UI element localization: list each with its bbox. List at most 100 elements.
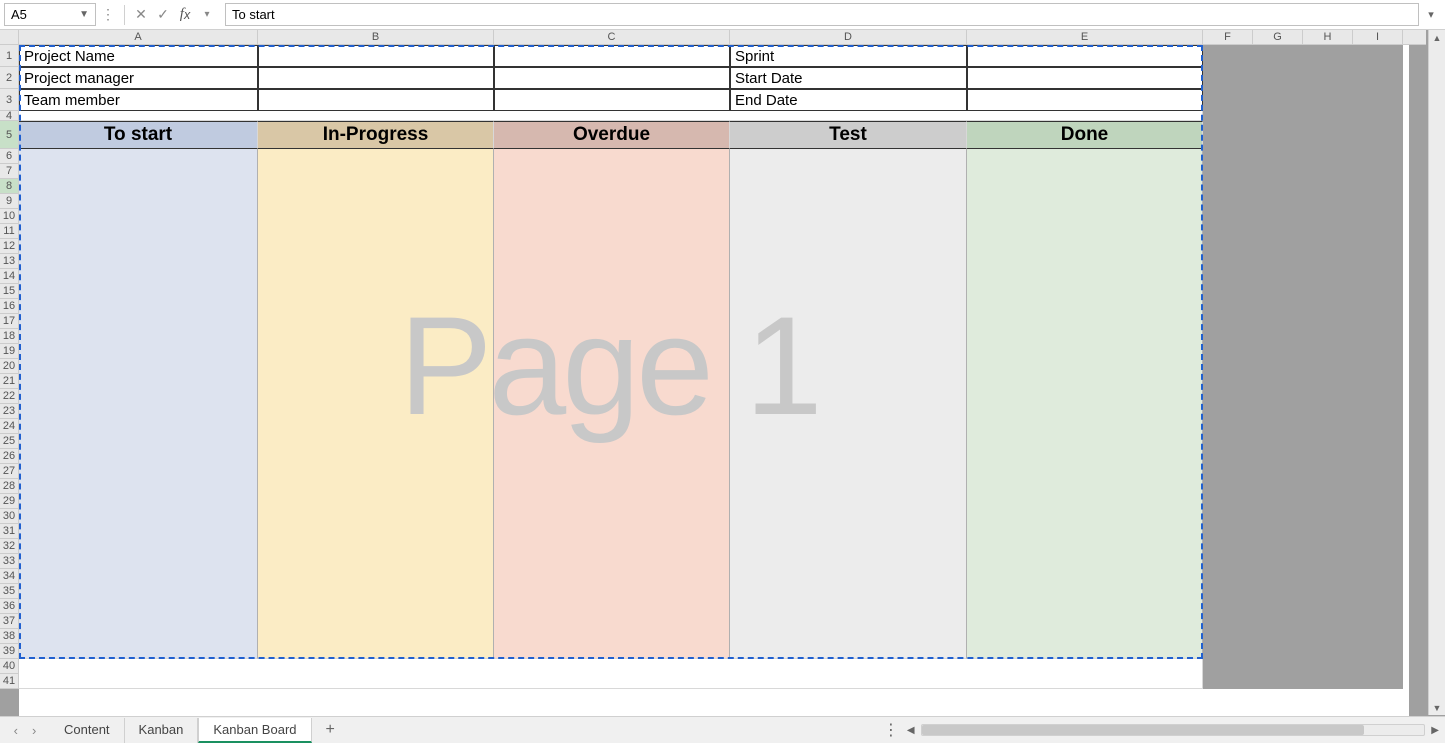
sheet-tab[interactable]: Kanban Board (198, 718, 311, 743)
cell[interactable] (967, 89, 1203, 111)
cell[interactable] (258, 67, 494, 89)
row-header-41[interactable]: 41 (0, 674, 18, 689)
menu-dots-icon[interactable]: ⋮ (98, 5, 118, 25)
name-box[interactable]: A5 ▼ (4, 3, 96, 26)
col-header-A[interactable]: A (19, 30, 258, 44)
row-header-20[interactable]: 20 (0, 359, 18, 374)
row-header-26[interactable]: 26 (0, 449, 18, 464)
row-header-25[interactable]: 25 (0, 434, 18, 449)
cell-team-member[interactable]: Team member (19, 89, 258, 111)
cell[interactable] (494, 45, 730, 67)
scroll-right-icon[interactable]: ▶ (1431, 725, 1439, 736)
row-header-38[interactable]: 38 (0, 629, 18, 644)
tabs-menu-icon[interactable]: ⋮ (881, 720, 901, 740)
kanban-header[interactable]: Done (967, 121, 1203, 149)
row-header-13[interactable]: 13 (0, 254, 18, 269)
row-header-39[interactable]: 39 (0, 644, 18, 659)
cell[interactable] (967, 67, 1203, 89)
kanban-column[interactable] (258, 149, 494, 659)
cell[interactable] (19, 111, 1203, 121)
scroll-down-icon[interactable]: ▼ (1429, 700, 1445, 715)
row-header-6[interactable]: 6 (0, 149, 18, 164)
accept-icon[interactable]: ✓ (153, 5, 173, 25)
col-header-D[interactable]: D (730, 30, 967, 44)
row-header-10[interactable]: 10 (0, 209, 18, 224)
cell[interactable] (19, 659, 1203, 689)
row-header-28[interactable]: 28 (0, 479, 18, 494)
kanban-header[interactable]: Overdue (494, 121, 730, 149)
row-header-3[interactable]: 3 (0, 89, 18, 111)
row-header-11[interactable]: 11 (0, 224, 18, 239)
vertical-scrollbar[interactable]: ▲ ▼ (1428, 30, 1445, 715)
col-header-G[interactable]: G (1253, 30, 1303, 44)
col-header-E[interactable]: E (967, 30, 1203, 44)
row-header-19[interactable]: 19 (0, 344, 18, 359)
sheet-tab[interactable]: Kanban (125, 718, 199, 743)
row-header-2[interactable]: 2 (0, 67, 18, 89)
row-header-35[interactable]: 35 (0, 584, 18, 599)
scroll-thumb[interactable] (922, 725, 1364, 735)
row-header-40[interactable]: 40 (0, 659, 18, 674)
row-header-17[interactable]: 17 (0, 314, 18, 329)
row-header-9[interactable]: 9 (0, 194, 18, 209)
row-header-27[interactable]: 27 (0, 464, 18, 479)
kanban-header[interactable]: In-Progress (258, 121, 494, 149)
row-header-29[interactable]: 29 (0, 494, 18, 509)
tab-prev-icon[interactable]: ‹ (14, 723, 18, 738)
col-header-I[interactable]: I (1353, 30, 1403, 44)
cell[interactable] (967, 45, 1203, 67)
scroll-up-icon[interactable]: ▲ (1429, 30, 1445, 45)
row-header-23[interactable]: 23 (0, 404, 18, 419)
cell-project-manager[interactable]: Project manager (19, 67, 258, 89)
row-header-24[interactable]: 24 (0, 419, 18, 434)
cell-project-name[interactable]: Project Name (19, 45, 258, 67)
row-header-37[interactable]: 37 (0, 614, 18, 629)
col-header-H[interactable]: H (1303, 30, 1353, 44)
select-all-corner[interactable] (0, 30, 19, 45)
row-header-33[interactable]: 33 (0, 554, 18, 569)
row-header-34[interactable]: 34 (0, 569, 18, 584)
row-header-18[interactable]: 18 (0, 329, 18, 344)
cell-end-date[interactable]: End Date (730, 89, 967, 111)
row-header-16[interactable]: 16 (0, 299, 18, 314)
row-header-14[interactable]: 14 (0, 269, 18, 284)
scroll-track[interactable] (921, 724, 1426, 736)
row-header-30[interactable]: 30 (0, 509, 18, 524)
row-header-15[interactable]: 15 (0, 284, 18, 299)
col-header-F[interactable]: F (1203, 30, 1253, 44)
row-header-7[interactable]: 7 (0, 164, 18, 179)
cancel-icon[interactable]: ✕ (131, 5, 151, 25)
row-header-5[interactable]: 5 (0, 121, 18, 149)
kanban-column[interactable] (494, 149, 730, 659)
row-header-8[interactable]: 8 (0, 179, 18, 194)
chevron-down-icon[interactable]: ▼ (79, 9, 89, 20)
horizontal-scrollbar[interactable]: ◀ ▶ (901, 724, 1445, 736)
cell-sprint[interactable]: Sprint (730, 45, 967, 67)
row-header-36[interactable]: 36 (0, 599, 18, 614)
kanban-column[interactable] (967, 149, 1203, 659)
kanban-header[interactable]: To start (19, 121, 258, 149)
row-header-31[interactable]: 31 (0, 524, 18, 539)
col-header-B[interactable]: B (258, 30, 494, 44)
cell[interactable] (494, 67, 730, 89)
add-sheet-button[interactable]: + (312, 721, 349, 739)
kanban-column[interactable] (19, 149, 258, 659)
row-header-4[interactable]: 4 (0, 111, 18, 121)
row-header-22[interactable]: 22 (0, 389, 18, 404)
cell[interactable] (258, 89, 494, 111)
cell[interactable] (494, 89, 730, 111)
kanban-column[interactable] (730, 149, 967, 659)
kanban-header[interactable]: Test (730, 121, 967, 149)
cell-start-date[interactable]: Start Date (730, 67, 967, 89)
expand-formula-icon[interactable]: ▾ (1421, 8, 1441, 21)
row-header-12[interactable]: 12 (0, 239, 18, 254)
fx-chevron-down-icon[interactable]: ▾ (197, 5, 217, 25)
grid-viewport[interactable]: Project NameProject managerTeam member Sp… (19, 45, 1426, 716)
fx-icon[interactable]: fx (175, 5, 195, 25)
tab-next-icon[interactable]: › (32, 723, 36, 738)
cell[interactable] (258, 45, 494, 67)
row-header-32[interactable]: 32 (0, 539, 18, 554)
formula-input[interactable]: To start (225, 3, 1419, 26)
scroll-left-icon[interactable]: ◀ (907, 725, 915, 736)
row-header-21[interactable]: 21 (0, 374, 18, 389)
